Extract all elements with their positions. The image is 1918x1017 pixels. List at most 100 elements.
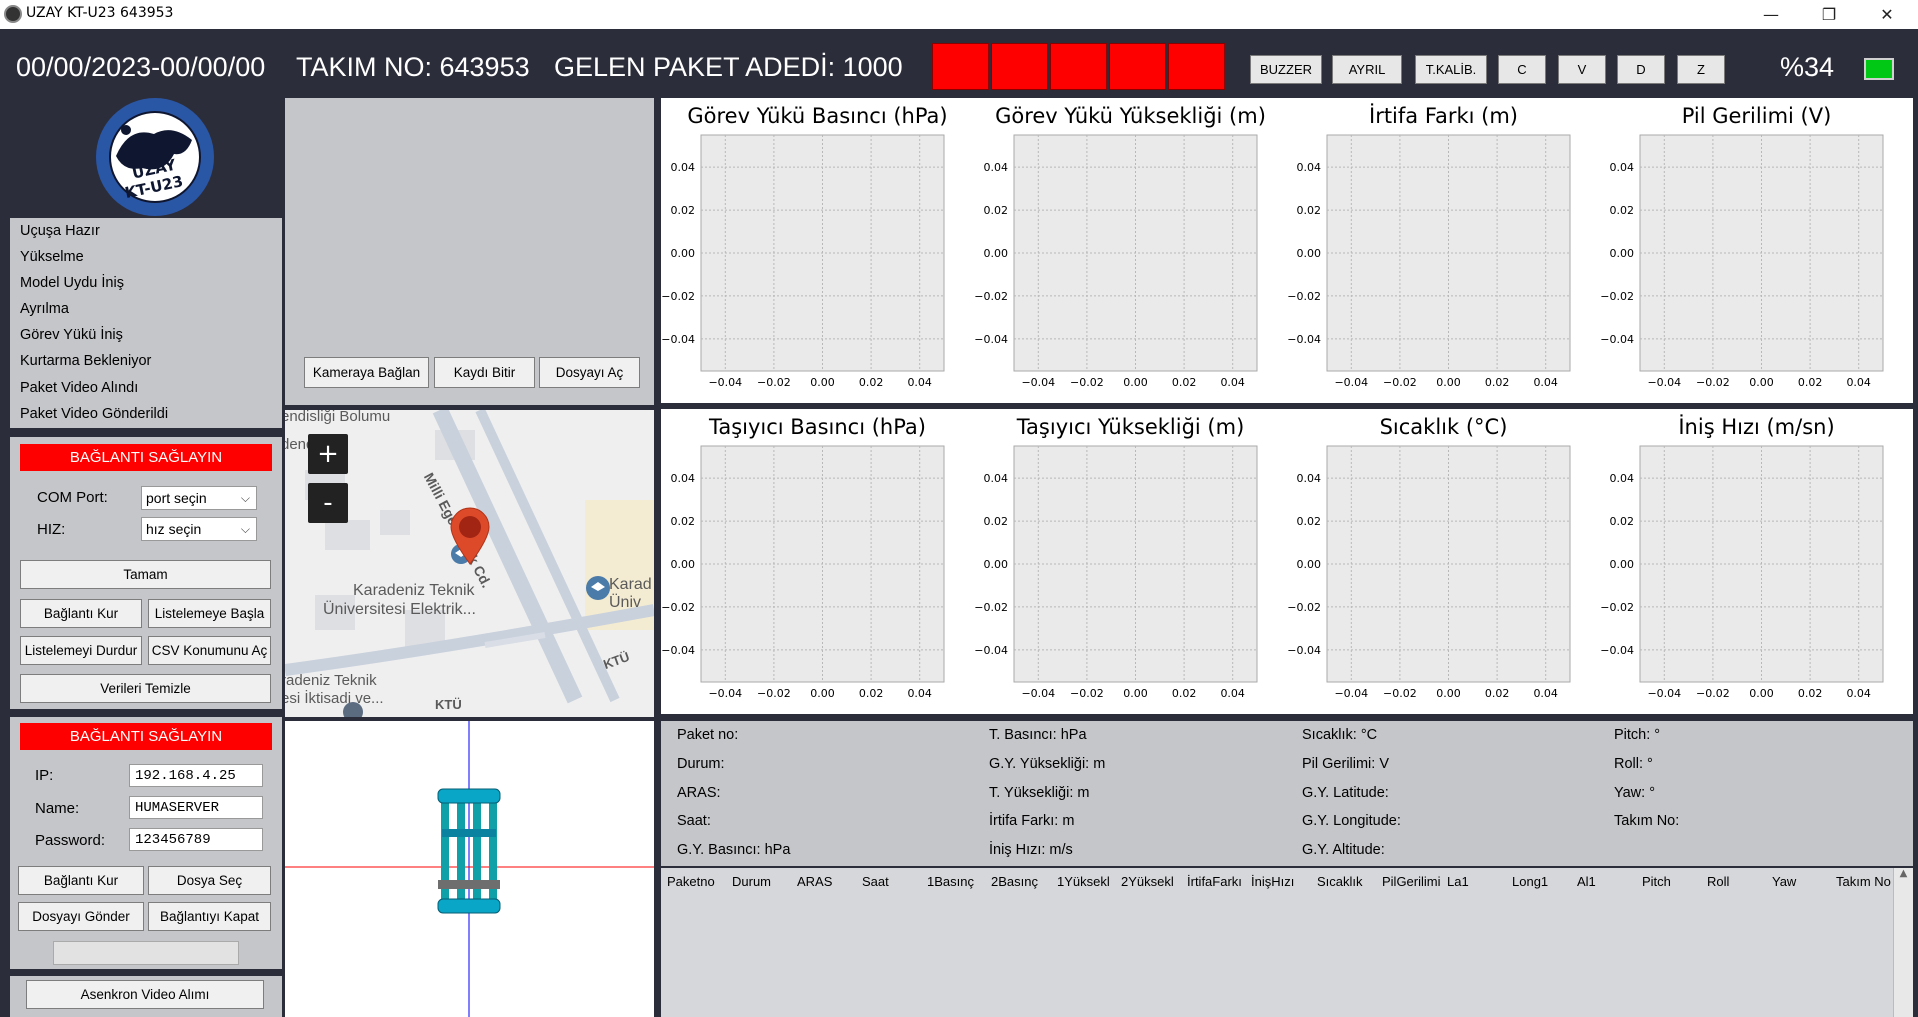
minimize-button[interactable]: — (1742, 0, 1800, 29)
table-column-header[interactable]: Sıcaklık (1317, 874, 1363, 889)
x-tick-label: −0.02 (1696, 687, 1730, 700)
x-tick-label: −0.04 (708, 376, 742, 389)
y-tick-label: 0.04 (1297, 161, 1322, 174)
x-tick-label: 0.02 (1485, 687, 1510, 700)
x-tick-label: 0.00 (810, 376, 835, 389)
table-column-header[interactable]: La1 (1447, 874, 1469, 889)
csv-location-button[interactable]: CSV Konumunu Aç (148, 636, 271, 665)
table-column-header[interactable]: 2Basınç (991, 874, 1038, 889)
clear-data-button[interactable]: Verileri Temizle (20, 674, 271, 703)
com-port-select[interactable]: port seçin ⌵ (141, 486, 257, 510)
chart: Taşıyıcı Basıncı (hPa) −0.04 −0.04 −0.02 −0.… (661, 409, 974, 714)
y-tick-label: −0.04 (974, 333, 1008, 346)
status-payload-descent: Görev Yükü İniş (20, 327, 123, 343)
upload-progress-bar (53, 941, 239, 965)
speed-select[interactable]: hız seçin ⌵ (141, 517, 257, 541)
chart-plot: −0.04 −0.04 −0.02 −0.02 0.00 0.00 0.02 0.02 0.04… (1287, 445, 1571, 700)
speed-value: hız seçin (146, 521, 202, 537)
status-separation: Ayrılma (20, 301, 69, 317)
y-tick-label: 0.00 (671, 247, 696, 260)
team-number-label: TAKIM NO: 643953 (296, 52, 530, 82)
x-tick-label: 0.04 (1533, 687, 1558, 700)
v-button[interactable]: V (1558, 55, 1606, 84)
table-column-header[interactable]: Pitch (1642, 874, 1671, 889)
x-tick-label: 0.02 (1798, 687, 1823, 700)
y-tick-label: −0.04 (1600, 333, 1634, 346)
table-column-header[interactable]: ARAS (797, 874, 832, 889)
table-column-header[interactable]: Yaw (1772, 874, 1796, 889)
chart: Sıcaklık (°C) −0.04 −0.04 −0.02 −0.02 0.00 0.0… (1287, 409, 1600, 714)
y-tick-label: −0.02 (1287, 601, 1321, 614)
y-tick-label: 0.04 (671, 161, 696, 174)
async-video-button[interactable]: Asenkron Video Alımı (26, 980, 264, 1009)
table-column-header[interactable]: Roll (1707, 874, 1729, 889)
y-tick-label: 0.04 (1610, 161, 1635, 174)
map-poi-label: Üniversitesi Elektrik... (323, 601, 476, 618)
info-latitude: G.Y. Latitude: (1302, 785, 1389, 801)
data-table-body[interactable] (661, 868, 1893, 1017)
table-scrollbar[interactable]: ▲ (1893, 868, 1913, 1017)
table-column-header[interactable]: Durum (732, 874, 771, 889)
window-title: UZAY KT-U23 643953 (26, 5, 174, 21)
info-payload-pressure: G.Y. Basıncı: hPa (677, 842, 791, 858)
table-column-header[interactable]: Al1 (1577, 874, 1596, 889)
chart-plot: −0.04 −0.04 −0.02 −0.02 0.00 0.00 0.02 0.02 0.04… (1600, 134, 1884, 389)
x-tick-label: −0.04 (1334, 687, 1368, 700)
status-cell (932, 43, 989, 90)
send-file-button[interactable]: Dosyayı Gönder (18, 902, 144, 931)
map-label: endisliği Bolumu (285, 410, 391, 425)
buzzer-button[interactable]: BUZZER (1250, 55, 1322, 84)
chart-plot: −0.04 −0.04 −0.02 −0.02 0.00 0.00 0.02 0.02 0.04… (1600, 445, 1884, 700)
maximize-button[interactable]: ❐ (1800, 0, 1858, 29)
table-column-header[interactable]: İnişHızı (1251, 874, 1294, 889)
table-column-header[interactable]: Saat (862, 874, 889, 889)
stop-listing-button[interactable]: Listelemeyi Durdur (20, 636, 142, 665)
x-tick-label: −0.02 (1070, 687, 1104, 700)
chart-plot: −0.04 −0.04 −0.02 −0.02 0.00 0.00 0.02 0.02 0.04… (661, 134, 945, 389)
x-tick-label: 0.02 (1485, 376, 1510, 389)
table-column-header[interactable]: Paketno (667, 874, 715, 889)
password-input[interactable]: 123456789 (129, 828, 263, 851)
close-connection-button[interactable]: Bağlantıyı Kapat (148, 902, 271, 931)
x-tick-label: 0.00 (810, 687, 835, 700)
name-input[interactable]: HUMASERVER (129, 796, 263, 819)
stop-recording-button[interactable]: Kaydı Bitir (434, 357, 535, 388)
ftp-connect-button[interactable]: Bağlantı Kur (18, 866, 144, 895)
calibrate-button[interactable]: T.KALİB. (1415, 55, 1487, 84)
serial-connect-button[interactable]: Bağlantı Kur (20, 599, 142, 628)
ok-button[interactable]: Tamam (20, 560, 271, 589)
info-pitch: Pitch: ° (1614, 727, 1661, 743)
separate-button[interactable]: AYRIL (1332, 55, 1402, 84)
table-column-header[interactable]: Takım No (1836, 874, 1891, 889)
x-tick-label: −0.04 (708, 687, 742, 700)
select-file-button[interactable]: Dosya Seç (148, 866, 271, 895)
ip-input[interactable]: 192.168.4.25 (129, 764, 263, 787)
x-tick-label: 0.04 (1220, 687, 1245, 700)
open-file-button[interactable]: Dosyayı Aç (539, 357, 640, 388)
y-tick-label: −0.02 (661, 601, 695, 614)
d-button[interactable]: D (1617, 55, 1665, 84)
ip-label: IP: (35, 767, 54, 784)
y-tick-label: −0.02 (974, 601, 1008, 614)
table-column-header[interactable]: 1Yüksekl (1057, 874, 1110, 889)
table-column-header[interactable]: İrtifaFarkı (1187, 874, 1242, 889)
chevron-down-icon: ⌵ (240, 522, 250, 536)
camera-connect-button[interactable]: Kameraya Bağlan (304, 357, 429, 388)
x-tick-label: −0.02 (1383, 376, 1417, 389)
close-button[interactable]: ✕ (1858, 0, 1916, 29)
chart: Taşıyıcı Yüksekliği (m) −0.04 −0.04 −0.02 −0… (974, 409, 1287, 714)
table-column-header[interactable]: 2Yüksekl (1121, 874, 1174, 889)
zoom-out-button[interactable]: - (308, 483, 348, 523)
map-view[interactable]: endisliği Bolumu dendisliği Milli Egemen… (285, 410, 654, 717)
table-column-header[interactable]: PilGerilimi (1382, 874, 1441, 889)
c-button[interactable]: C (1498, 55, 1546, 84)
status-cell (991, 43, 1048, 90)
zoom-in-button[interactable]: + (308, 434, 348, 474)
z-button[interactable]: Z (1677, 55, 1725, 84)
start-listing-button[interactable]: Listelemeye Başla (148, 599, 271, 628)
scroll-up-icon[interactable]: ▲ (1894, 868, 1913, 879)
table-column-header[interactable]: Long1 (1512, 874, 1548, 889)
x-tick-label: −0.04 (1334, 376, 1368, 389)
y-tick-label: 0.04 (1297, 472, 1322, 485)
table-column-header[interactable]: 1Basınç (927, 874, 974, 889)
